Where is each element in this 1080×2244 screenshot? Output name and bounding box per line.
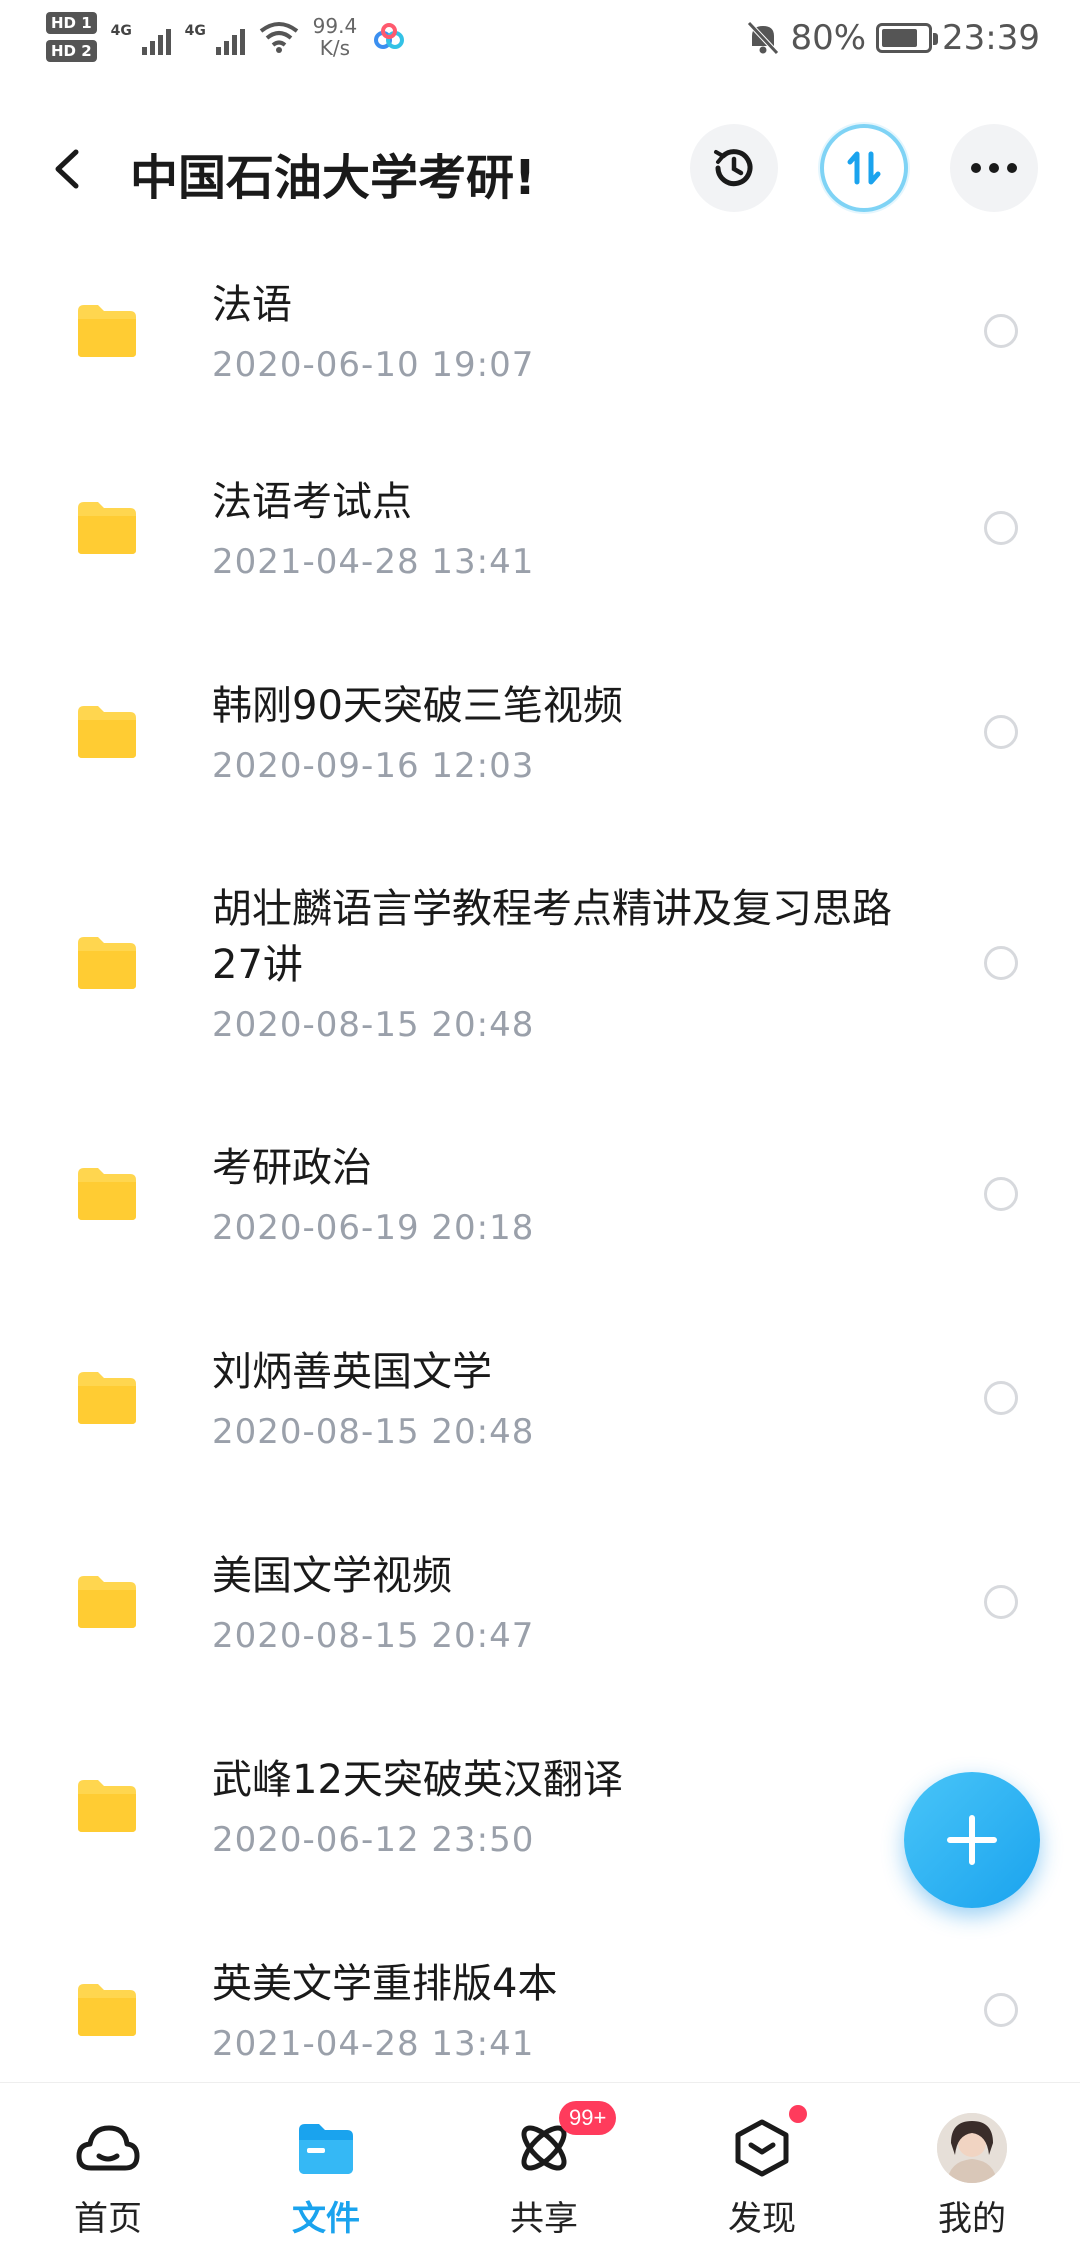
item-body: 刘炳善英国文学 2020-08-15 20:48: [212, 1344, 912, 1452]
nav-files[interactable]: 文件: [226, 2083, 426, 2244]
sim2-badge: HD 2: [46, 40, 97, 62]
file-name: 武峰12天突破英汉翻译: [212, 1757, 623, 1803]
item-body: 英美文学重排版4本 2021-04-28 13:41: [212, 1956, 912, 2064]
nav-mine[interactable]: 我的: [872, 2083, 1072, 2244]
transfer-arrows-icon: [847, 151, 881, 185]
plus-icon: [947, 1815, 997, 1865]
list-item[interactable]: 法语考试点 2021-04-28 13:41: [0, 426, 1080, 630]
folder-icon: [78, 1780, 136, 1832]
battery-percent: 80%: [790, 18, 867, 58]
list-item[interactable]: 刘炳善英国文学 2020-08-15 20:48: [0, 1296, 1080, 1500]
item-body: 美国文学视频 2020-08-15 20:47: [212, 1548, 912, 1656]
baidu-cloud-icon: [374, 23, 405, 49]
status-left: HD 1 HD 2 4G 4G 99.4 K/s: [46, 12, 407, 62]
file-date: 2020-08-15 20:47: [212, 1616, 535, 1656]
speed-unit: K/s: [319, 36, 351, 60]
folder-icon: [78, 1168, 136, 1220]
share-orbit-icon: 99+: [509, 2101, 617, 2183]
folder-icon: [78, 706, 136, 758]
select-radio[interactable]: [984, 1585, 1018, 1619]
file-date: 2020-06-12 23:50: [212, 1820, 535, 1860]
select-radio[interactable]: [984, 314, 1018, 348]
list-item[interactable]: 法语 2020-06-10 19:07: [0, 236, 1080, 426]
files-folder-icon: [291, 2113, 361, 2183]
folder-icon: [78, 1576, 136, 1628]
speed-value: 99.4: [312, 14, 358, 38]
status-right: 80% 23:39: [746, 18, 1040, 58]
item-body: 考研政治 2020-06-19 20:18: [212, 1140, 912, 1248]
file-name: 考研政治: [212, 1145, 372, 1191]
file-date: 2020-08-15 20:48: [212, 1412, 535, 1452]
folder-icon: [78, 1984, 136, 2036]
cloud-icon: [73, 2113, 143, 2183]
file-date: 2020-06-19 20:18: [212, 1208, 535, 1248]
file-name: 刘炳善英国文学: [212, 1349, 492, 1395]
network-type-label: 4G: [184, 23, 206, 39]
select-radio[interactable]: [984, 946, 1018, 980]
history-icon: [714, 149, 753, 187]
folder-icon: [78, 937, 136, 989]
transfer-button[interactable]: [820, 124, 908, 212]
bottom-nav: 首页 文件 99+ 共享 发现 我的: [0, 2082, 1080, 2244]
clock: 23:39: [942, 18, 1040, 58]
select-radio[interactable]: [984, 715, 1018, 749]
item-body: 武峰12天突破英汉翻译 2020-06-12 23:50: [212, 1752, 912, 1860]
select-radio[interactable]: [984, 1177, 1018, 1211]
add-button[interactable]: [904, 1772, 1040, 1908]
discover-box-icon: [727, 2105, 807, 2183]
file-name: 韩刚90天突破三笔视频: [212, 683, 623, 729]
status-bar: HD 1 HD 2 4G 4G 99.4 K/s 80% 23:39: [0, 0, 1080, 90]
file-name: 美国文学视频: [212, 1553, 452, 1599]
header: 中国石油大学考研!: [0, 120, 1080, 220]
file-date: 2021-04-28 13:41: [212, 2024, 535, 2064]
bell-muted-icon: [747, 21, 780, 55]
signal-icon: 4G: [111, 15, 171, 59]
nav-files-label: 文件: [292, 2199, 360, 2239]
file-date: 2020-09-16 12:03: [212, 746, 535, 786]
history-button[interactable]: [690, 124, 778, 212]
file-date: 2020-08-15 20:48: [212, 1005, 535, 1045]
file-date: 2020-06-10 19:07: [212, 345, 535, 385]
select-radio[interactable]: [984, 1993, 1018, 2027]
file-name: 法语: [212, 282, 292, 328]
discover-notification-dot: [789, 2105, 807, 2123]
wifi-icon: [259, 22, 298, 53]
folder-icon: [78, 305, 136, 357]
avatar: [937, 2113, 1007, 2183]
nav-home-label: 首页: [74, 2199, 142, 2239]
nav-home[interactable]: 首页: [8, 2083, 208, 2244]
nav-discover-label: 发现: [728, 2199, 796, 2239]
nav-share-label: 共享: [510, 2199, 578, 2239]
item-body: 法语 2020-06-10 19:07: [212, 277, 912, 385]
file-name: 法语考试点: [212, 479, 412, 525]
back-arrow-icon[interactable]: [46, 146, 92, 192]
list-item[interactable]: 胡壮麟语言学教程考点精讲及复习思路 27讲 2020-08-15 20:48: [0, 834, 1080, 1092]
share-badge: 99+: [559, 2101, 617, 2135]
select-radio[interactable]: [984, 1381, 1018, 1415]
list-item[interactable]: 考研政治 2020-06-19 20:18: [0, 1092, 1080, 1296]
sim1-badge: HD 1: [46, 12, 97, 34]
signal-icon: 4G: [185, 15, 245, 59]
more-dots-icon: [971, 163, 1017, 173]
nav-mine-label: 我的: [938, 2199, 1006, 2239]
item-body: 法语考试点 2021-04-28 13:41: [212, 474, 912, 582]
folder-icon: [78, 502, 136, 554]
file-date: 2021-04-28 13:41: [212, 542, 535, 582]
list-item[interactable]: 韩刚90天突破三笔视频 2020-09-16 12:03: [0, 630, 1080, 834]
item-body: 胡壮麟语言学教程考点精讲及复习思路 27讲 2020-08-15 20:48: [212, 881, 912, 1045]
more-button[interactable]: [950, 124, 1038, 212]
nav-share[interactable]: 99+ 共享: [444, 2083, 644, 2244]
file-name: 英美文学重排版4本: [212, 1961, 558, 2007]
battery-icon: [876, 23, 939, 53]
item-body: 韩刚90天突破三笔视频 2020-09-16 12:03: [212, 678, 912, 786]
network-speed: 99.4 K/s: [313, 15, 358, 59]
folder-icon: [78, 1372, 136, 1424]
file-name: 胡壮麟语言学教程考点精讲及复习思路 27讲: [212, 886, 892, 988]
list-item[interactable]: 美国文学视频 2020-08-15 20:47: [0, 1500, 1080, 1704]
sim-indicators: HD 1 HD 2: [46, 12, 97, 62]
page-title: 中国石油大学考研!: [130, 150, 536, 206]
network-type-label: 4G: [110, 23, 132, 39]
nav-discover[interactable]: 发现: [662, 2083, 862, 2244]
select-radio[interactable]: [984, 511, 1018, 545]
